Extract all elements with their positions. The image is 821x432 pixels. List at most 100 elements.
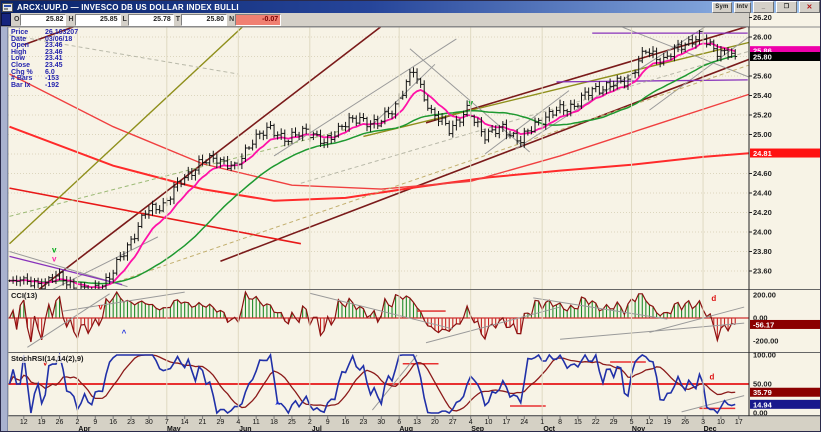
svg-text:23.60: 23.60	[753, 267, 772, 276]
svg-text:100.00: 100.00	[753, 351, 776, 360]
axis-badge--56.17: -56.17	[750, 319, 820, 329]
svg-text:15: 15	[574, 419, 582, 426]
quote-field-value: 25.82	[20, 13, 67, 26]
svg-text:5: 5	[630, 419, 634, 426]
svg-text:24.81: 24.81	[753, 149, 772, 158]
svg-text:24.20: 24.20	[753, 208, 772, 217]
svg-text:35.79: 35.79	[753, 388, 772, 397]
left-scrollbar-strip[interactable]	[1, 13, 8, 431]
app-icon	[2, 2, 13, 12]
svg-text:25.80: 25.80	[753, 53, 772, 62]
svg-text:25.20: 25.20	[753, 111, 772, 120]
quote-field-label: T	[175, 16, 181, 23]
price-marker-v: v	[52, 245, 57, 254]
svg-text:29: 29	[217, 419, 225, 426]
svg-text:25.60: 25.60	[753, 72, 772, 81]
svg-text:Sep: Sep	[471, 426, 484, 432]
svg-text:26.00: 26.00	[753, 33, 772, 42]
stochrsi-panel-label: StochRSI(14,14(2),9)	[10, 354, 85, 363]
maximize-button[interactable]: ❐	[776, 1, 797, 13]
svg-text:Jun: Jun	[239, 426, 251, 432]
svg-text:Jul: Jul	[312, 426, 322, 432]
svg-text:26: 26	[681, 419, 689, 426]
svg-text:10: 10	[485, 419, 493, 426]
svg-text:9: 9	[93, 419, 97, 426]
svg-text:26: 26	[56, 419, 64, 426]
svg-text:11: 11	[253, 419, 260, 426]
svg-text:Nov: Nov	[632, 426, 645, 432]
svg-text:0.00: 0.00	[753, 409, 768, 418]
svg-text:14: 14	[181, 419, 189, 426]
svg-text:1: 1	[540, 419, 544, 426]
quote-field-value: 25.78	[127, 13, 174, 26]
svg-text:21: 21	[199, 419, 207, 426]
axis-badge-25.80: 25.80	[750, 52, 820, 62]
title-bar[interactable]: ARCX:UUP,D — INVESCO DB US DOLLAR INDEX …	[1, 1, 820, 13]
svg-text:50.00: 50.00	[753, 380, 772, 389]
close-button[interactable]: ✕	[799, 1, 820, 13]
svg-text:17: 17	[503, 419, 511, 426]
cursor-info-panel: Price 26.163207 Date 03/06/18 Open 23.46 High 2…	[11, 29, 78, 89]
cci-marker-^: ^	[122, 328, 127, 337]
svg-text:13: 13	[413, 419, 421, 426]
svg-text:200.00: 200.00	[753, 291, 776, 300]
svg-text:12: 12	[646, 419, 654, 426]
svg-text:25: 25	[288, 419, 296, 426]
stoch-marker-^: ^	[275, 400, 280, 409]
svg-text:4: 4	[469, 419, 473, 426]
svg-text:-200.00: -200.00	[753, 337, 778, 346]
svg-text:Dec: Dec	[704, 426, 717, 432]
svg-text:2: 2	[308, 419, 312, 426]
svg-text:23: 23	[360, 419, 368, 426]
svg-text:23.80: 23.80	[753, 247, 772, 256]
quote-field-value: -0.07	[235, 13, 282, 26]
chart-window: vvvv^dv^d26.2026.0025.6025.4025.2025.002…	[0, 0, 821, 432]
axis-badge-14.94: 14.94	[750, 399, 820, 409]
svg-text:24: 24	[520, 419, 528, 426]
svg-text:30: 30	[145, 419, 153, 426]
svg-text:8: 8	[558, 419, 562, 426]
price-marker-v: v	[52, 254, 57, 263]
svg-text:25.00: 25.00	[753, 130, 772, 139]
svg-text:9: 9	[326, 419, 330, 426]
quote-field-label: L	[122, 16, 127, 23]
svg-text:19: 19	[663, 419, 671, 426]
svg-text:30: 30	[377, 419, 385, 426]
svg-text:10: 10	[717, 419, 725, 426]
svg-text:16: 16	[342, 419, 350, 426]
svg-text:22: 22	[592, 419, 600, 426]
svg-text:14.94: 14.94	[753, 400, 773, 409]
quote-symbol-icon[interactable]	[1, 13, 11, 26]
svg-text:24.40: 24.40	[753, 189, 772, 198]
svg-text:18: 18	[270, 419, 278, 426]
svg-text:Aug: Aug	[399, 426, 413, 432]
svg-text:27: 27	[449, 419, 457, 426]
svg-text:-56.17: -56.17	[753, 320, 774, 329]
svg-text:6: 6	[397, 419, 401, 426]
axis-badge-24.81: 24.81	[750, 148, 820, 158]
svg-text:19: 19	[38, 419, 46, 426]
sym-button[interactable]: Sym	[712, 1, 732, 13]
chart-canvas: vvvv^dv^d26.2026.0025.6025.4025.2025.002…	[1, 13, 820, 432]
svg-text:2: 2	[75, 419, 79, 426]
svg-text:7: 7	[165, 419, 169, 426]
svg-text:24.60: 24.60	[753, 169, 772, 178]
svg-text:Oct: Oct	[543, 426, 555, 432]
intv-button[interactable]: Intv	[733, 1, 751, 13]
cci-marker-d: d	[711, 294, 716, 303]
svg-text:3: 3	[701, 419, 705, 426]
svg-text:23: 23	[127, 419, 135, 426]
minimize-button[interactable]: _	[753, 1, 774, 13]
quote-bar: O 25.82 H 25.85 L 25.78 T 25.80 N -0.07	[1, 13, 749, 27]
quote-field-value: 25.85	[74, 13, 121, 26]
svg-text:16: 16	[109, 419, 117, 426]
svg-text:17: 17	[735, 419, 743, 426]
svg-text:May: May	[167, 426, 181, 432]
svg-text:20: 20	[431, 419, 439, 426]
axis-badge-35.79: 35.79	[750, 387, 820, 397]
svg-text:25.40: 25.40	[753, 91, 772, 100]
svg-text:4: 4	[236, 419, 240, 426]
quote-field-label: N	[229, 16, 235, 23]
svg-text:12: 12	[20, 419, 28, 426]
cursor-info-row: Bar Ix -192	[11, 81, 60, 89]
